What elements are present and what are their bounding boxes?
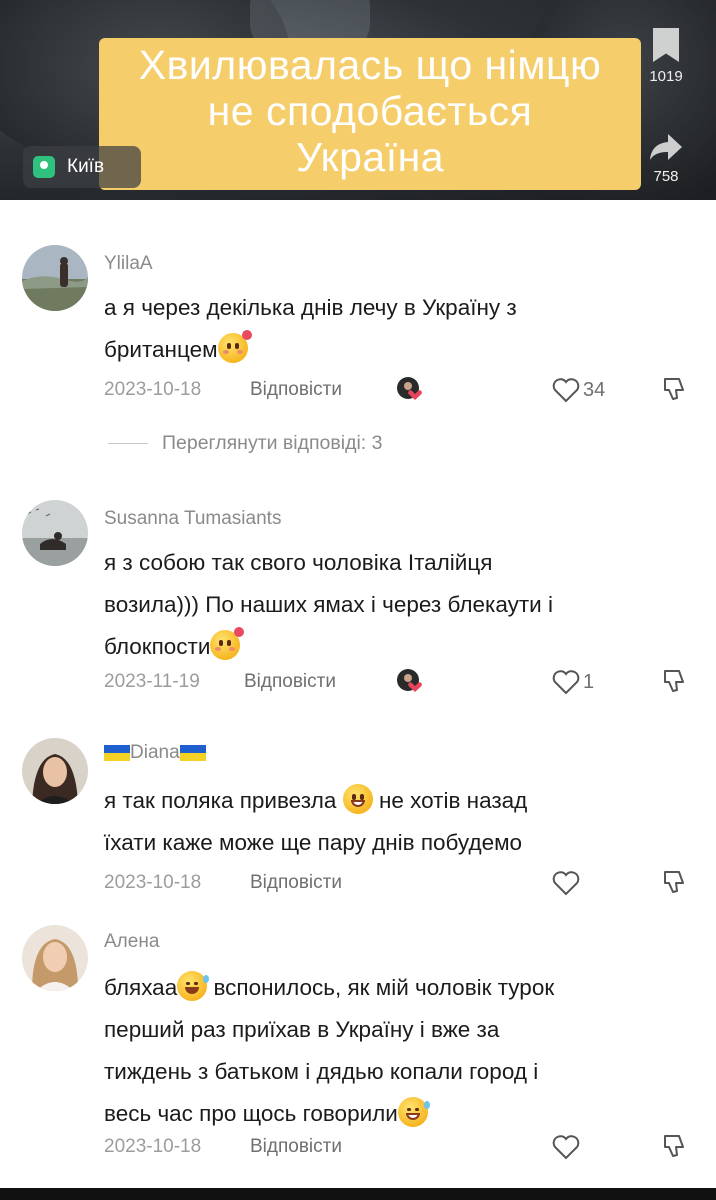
like-button[interactable]: 34 xyxy=(551,375,605,405)
comment-text-line: я з собою так свого чоловіка Італійця xyxy=(104,550,493,575)
reply-button[interactable]: Відповісти xyxy=(250,872,342,894)
like-count: 1 xyxy=(583,670,595,693)
ukraine-flag-icon xyxy=(179,745,206,761)
comment-date: 2023-10-18 xyxy=(104,1136,202,1157)
comment-text-fragment: я так поляка привезла xyxy=(104,788,337,813)
comment-text-fragment: вспонилось, як мій чоловік турок xyxy=(213,975,555,1000)
comment-meta: 2023-11-19 Відповісти 1 xyxy=(104,667,704,697)
grinning-face-icon xyxy=(342,784,373,814)
comment-text-line: британцем xyxy=(104,329,694,371)
smiling-face-with-hearts-icon xyxy=(217,330,252,363)
comment-text-line: а я через декілька днів лечу в Україну з xyxy=(104,295,517,320)
bottom-bar xyxy=(0,1188,716,1200)
comment-text-line: тиждень з батьком і дядью копали город і xyxy=(104,1059,539,1084)
avatar[interactable] xyxy=(22,500,88,566)
heart-outline-icon xyxy=(552,1135,580,1160)
comment-text-fragment: весь час про щось говорили xyxy=(104,1101,398,1126)
heart-outline-icon xyxy=(552,670,580,695)
thumbs-down-icon[interactable] xyxy=(661,1133,687,1159)
reply-button[interactable]: Відповісти xyxy=(250,1136,342,1158)
comment-text-fragment: британцем xyxy=(104,337,218,362)
caption-line: Україна xyxy=(295,134,445,180)
creator-liked-icon xyxy=(397,377,422,400)
bookmark-button[interactable]: 1019 xyxy=(646,28,686,85)
comment-text: бляхаа вспонилось, як мій чоловік турок … xyxy=(104,967,694,1135)
comment-text-line: їхати каже може ще пару днів побудемо xyxy=(104,830,523,855)
smiling-face-with-hearts-icon xyxy=(210,627,245,660)
view-replies-link[interactable]: Переглянути відповіді: 3 xyxy=(108,432,383,455)
comment-date: 2023-10-18 xyxy=(104,379,202,400)
avatar[interactable] xyxy=(22,925,88,991)
location-tag[interactable]: Київ xyxy=(23,146,141,188)
comment-meta: 2023-10-18 Відповісти xyxy=(104,1132,704,1162)
map-pin-icon xyxy=(33,156,55,178)
comment-text-line: я так поляка привезла не хотів назад xyxy=(104,780,694,822)
grinning-sweat-face-icon xyxy=(397,1097,430,1127)
thumbs-down-icon[interactable] xyxy=(661,869,687,895)
comment-text-fragment: блокпости xyxy=(104,634,211,659)
comment-text-line: возила))) По наших ямах і через блекаути… xyxy=(104,592,553,617)
heart-outline-icon xyxy=(552,378,580,403)
comment-text: я з собою так свого чоловіка Італійця во… xyxy=(104,542,694,668)
comment-text-fragment: не хотів назад xyxy=(378,788,528,813)
like-button[interactable] xyxy=(551,868,583,898)
location-label: Київ xyxy=(67,156,105,177)
share-button[interactable]: 758 xyxy=(646,132,686,185)
avatar[interactable] xyxy=(22,738,88,804)
comment-text-line: бляхаа вспонилось, як мій чоловік турок xyxy=(104,967,694,1009)
comment-meta: 2023-10-18 Відповісти 34 xyxy=(104,375,704,405)
thumbs-down-icon[interactable] xyxy=(661,668,687,694)
like-button[interactable]: 1 xyxy=(551,667,594,697)
caption-line: Хвилювалась що німцю xyxy=(138,42,602,88)
comment-text-line: весь час про щось говорили xyxy=(104,1093,694,1135)
comment-text-line: блокпости xyxy=(104,626,694,668)
comment-username[interactable]: YlilaA xyxy=(104,253,153,275)
like-button[interactable] xyxy=(551,1132,583,1162)
creator-liked-icon xyxy=(397,669,422,692)
comment-date: 2023-10-18 xyxy=(104,872,202,893)
video-caption: Хвилювалась що німцю не сподобається Укр… xyxy=(99,38,641,190)
share-arrow-icon xyxy=(650,134,682,160)
comment-text-line: перший раз приїхав в Україну і вже за xyxy=(104,1017,500,1042)
bookmark-icon xyxy=(653,28,679,62)
comment-username[interactable]: Diana xyxy=(104,742,206,764)
bookmark-count: 1019 xyxy=(649,68,683,85)
comment-meta: 2023-10-18 Відповісти xyxy=(104,868,704,898)
comment-date: 2023-11-19 xyxy=(104,671,200,692)
video-preview[interactable]: Хвилювалась що німцю не сподобається Укр… xyxy=(0,0,716,200)
divider xyxy=(108,443,148,444)
heart-outline-icon xyxy=(552,871,580,896)
avatar[interactable] xyxy=(22,245,88,311)
username-label: Diana xyxy=(130,742,180,763)
caption-line: не сподобається xyxy=(207,88,533,134)
reply-button[interactable]: Відповісти xyxy=(244,671,336,693)
reply-button[interactable]: Відповісти xyxy=(250,379,342,401)
thumbs-down-icon[interactable] xyxy=(661,376,687,402)
comment-username[interactable]: Susanna Tumasiants xyxy=(104,508,281,530)
ukraine-flag-icon xyxy=(104,745,130,761)
comment-username[interactable]: Алена xyxy=(104,931,159,953)
view-replies-label: Переглянути відповіді: 3 xyxy=(162,432,383,454)
laughing-face-icon xyxy=(177,971,210,1001)
like-count: 34 xyxy=(583,378,606,401)
comment-text-fragment: бляхаа xyxy=(104,975,178,1000)
comment-text: я так поляка привезла не хотів назад їха… xyxy=(104,780,694,864)
comment-text: а я через декілька днів лечу в Україну з… xyxy=(104,287,694,371)
share-count: 758 xyxy=(653,168,679,185)
